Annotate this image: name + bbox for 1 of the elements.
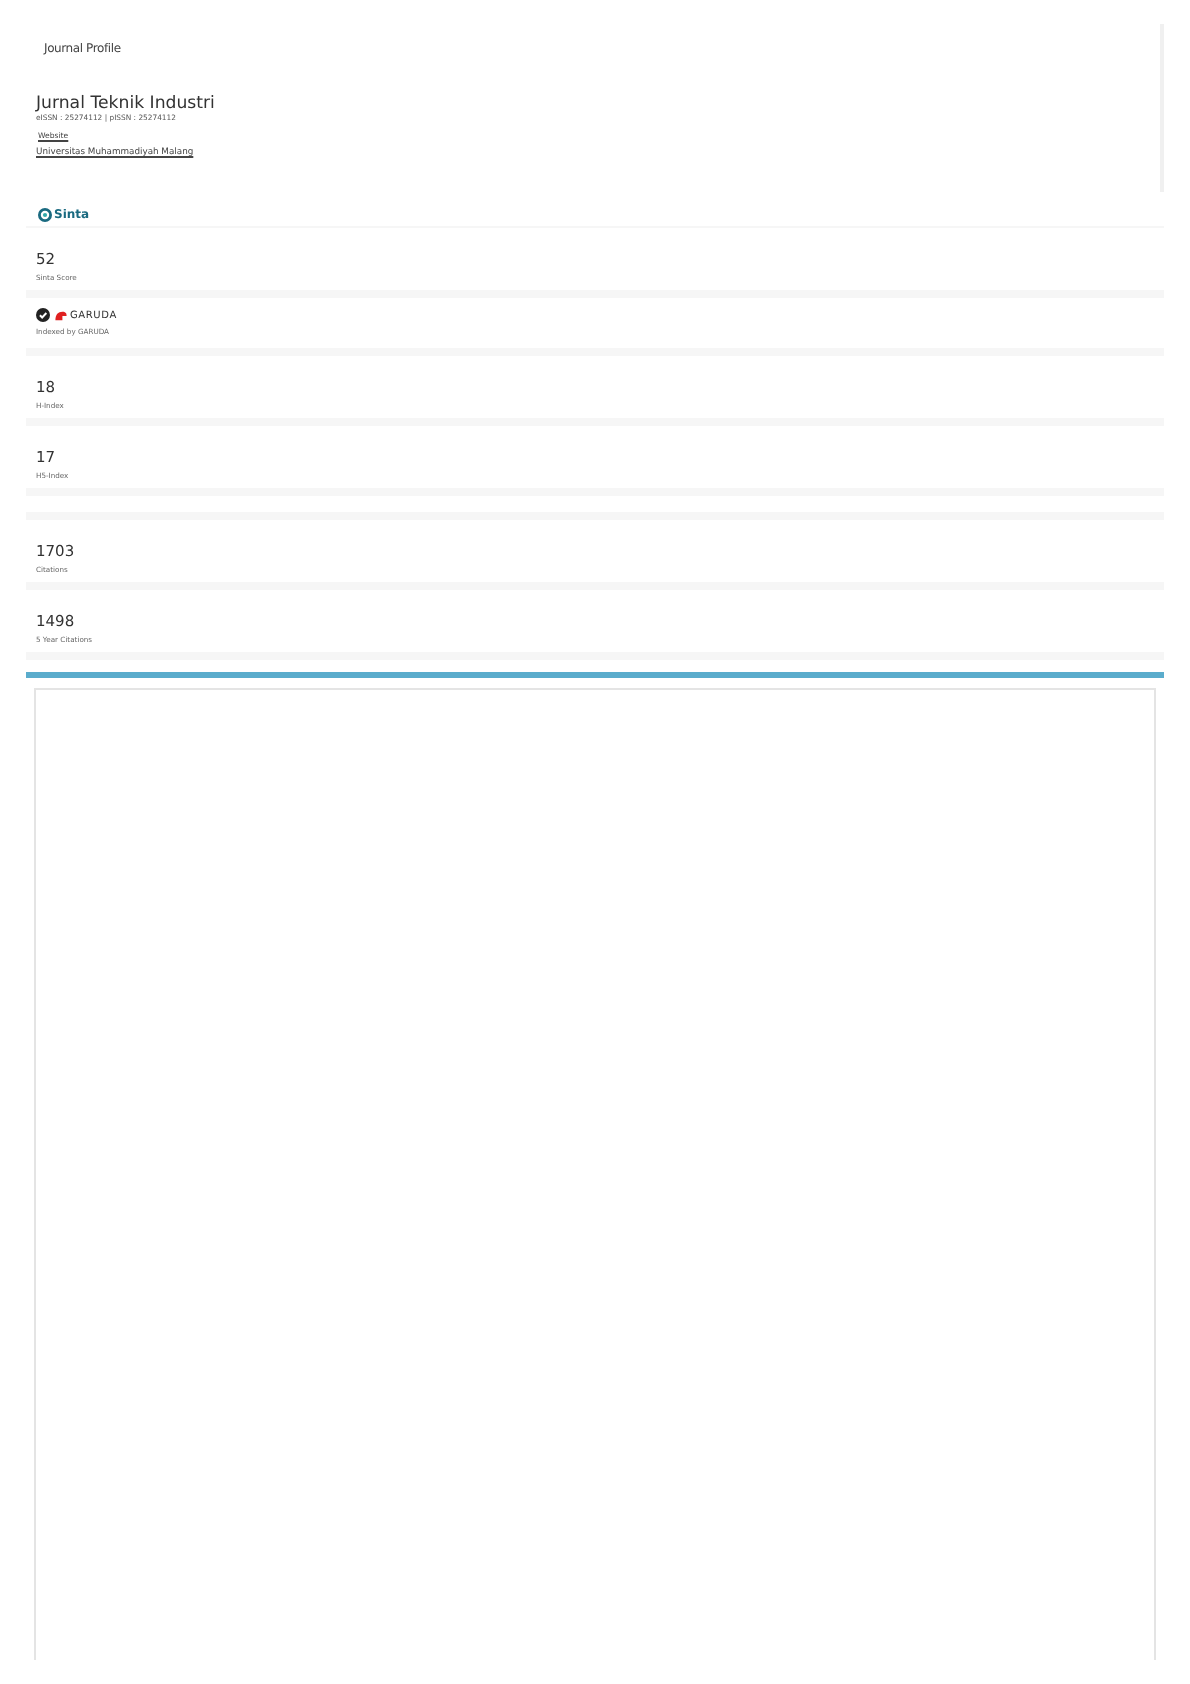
journal-name: Jurnal Teknik Industri (36, 94, 215, 114)
